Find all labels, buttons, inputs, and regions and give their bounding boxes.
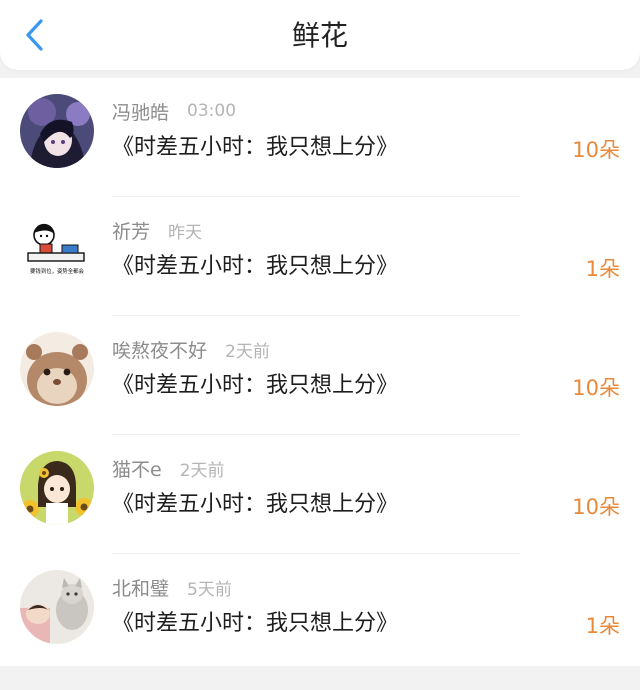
- book-title: 《时差五小时：我只想上分》: [112, 492, 399, 517]
- list-item[interactable]: 唉熬夜不好 2天前 《时差五小时：我只想上分》 10朵: [0, 316, 640, 435]
- item-meta: 祈芳 昨天: [112, 217, 202, 243]
- item-meta: 猫不e 2天前: [112, 455, 225, 481]
- timestamp: 昨天: [168, 222, 203, 243]
- avatar[interactable]: [20, 94, 94, 168]
- header-bar: 鲜花: [0, 0, 640, 70]
- avatar[interactable]: [20, 332, 94, 406]
- timestamp: 03:00: [187, 101, 237, 121]
- hamster-avatar-icon: [20, 332, 94, 406]
- list-item[interactable]: 冯驰皓 03:00 《时差五小时：我只想上分》 10朵: [0, 78, 640, 197]
- list-item[interactable]: 猫不e 2天前 《时差五小时：我只想上分》 10朵: [0, 435, 640, 554]
- user-name[interactable]: 冯驰皓: [112, 98, 169, 125]
- page-title: 鲜花: [291, 19, 348, 52]
- flower-count: 10朵: [572, 376, 620, 400]
- avatar[interactable]: [20, 570, 94, 644]
- user-name[interactable]: 唉熬夜不好: [112, 336, 207, 363]
- cartoon-avatar-desk-icon: 要钱到位，姿势全都会: [20, 213, 94, 287]
- user-name[interactable]: 北和璧: [112, 574, 169, 601]
- cat-photo-avatar-icon: [20, 570, 94, 644]
- timestamp: 2天前: [179, 460, 225, 481]
- flower-list: 冯驰皓 03:00 《时差五小时：我只想上分》 10朵 要钱到位，姿势全都会 祈…: [0, 78, 640, 666]
- flower-count: 10朵: [572, 138, 620, 162]
- item-meta: 北和璧 5天前: [112, 574, 232, 600]
- item-meta: 唉熬夜不好 2天前: [112, 336, 270, 362]
- avatar[interactable]: 要钱到位，姿势全都会: [20, 213, 94, 287]
- book-title: 《时差五小时：我只想上分》: [112, 254, 399, 279]
- book-title: 《时差五小时：我只想上分》: [112, 611, 399, 636]
- book-title: 《时差五小时：我只想上分》: [112, 135, 399, 160]
- flower-count: 1朵: [585, 257, 620, 281]
- item-meta: 冯驰皓 03:00: [112, 98, 236, 124]
- book-title: 《时差五小时：我只想上分》: [112, 373, 399, 398]
- anime-avatar-dark-icon: [20, 94, 94, 168]
- list-item[interactable]: 北和璧 5天前 《时差五小时：我只想上分》 1朵: [0, 554, 640, 673]
- flower-count: 1朵: [585, 614, 620, 638]
- avatar[interactable]: [20, 451, 94, 525]
- timestamp: 2天前: [225, 341, 270, 362]
- user-name[interactable]: 祈芳: [112, 217, 150, 244]
- flower-count: 10朵: [572, 495, 620, 519]
- list-item[interactable]: 要钱到位，姿势全都会 祈芳 昨天 《时差五小时：我只想上分》 1朵: [0, 197, 640, 316]
- timestamp: 5天前: [187, 579, 232, 600]
- user-name[interactable]: 猫不e: [112, 455, 162, 482]
- girl-sunflower-avatar-icon: [20, 451, 94, 525]
- avatar-caption: 要钱到位，姿势全都会: [30, 267, 85, 275]
